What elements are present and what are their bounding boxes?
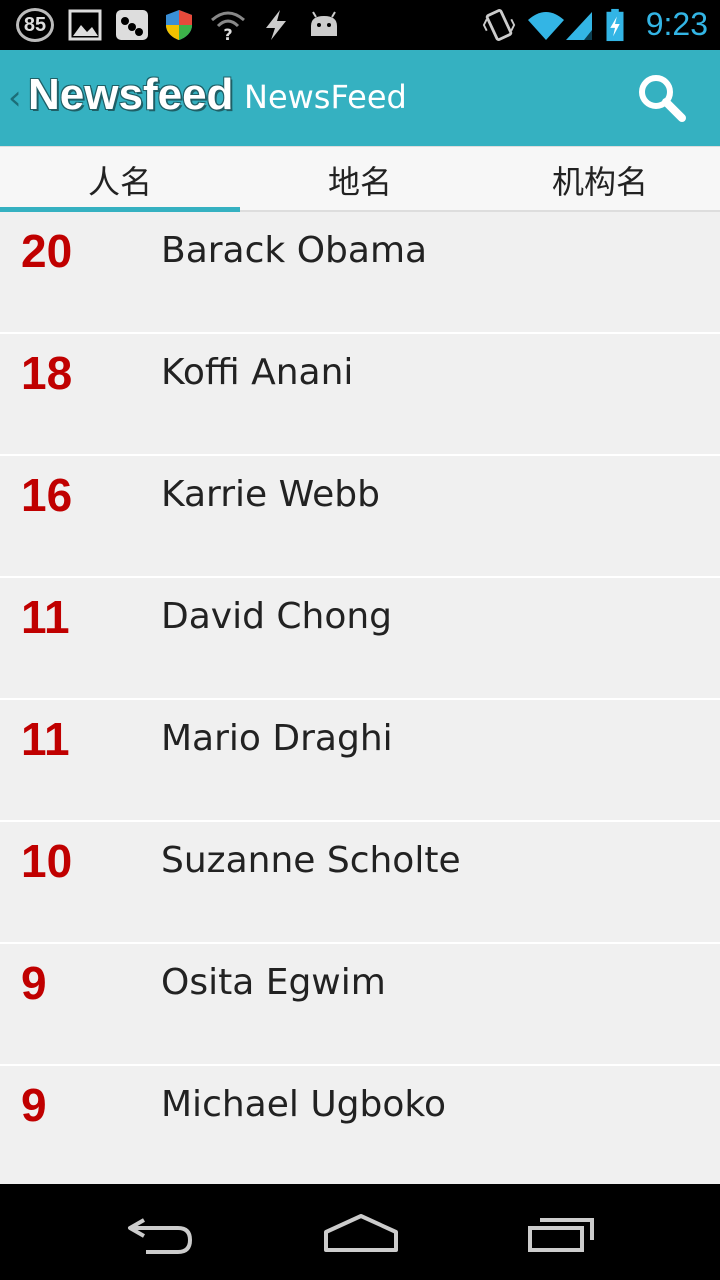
action-bar: ‹ Newsfeed NewsFeed (0, 50, 720, 146)
entity-list[interactable]: 20 Barack Obama 18 Koffi Anani 16 Karrie… (0, 212, 720, 1184)
list-item[interactable]: 11 David Chong (0, 578, 720, 700)
navigation-bar (0, 1184, 720, 1280)
recent-apps-icon[interactable] (516, 1204, 606, 1260)
entity-name: Karrie Webb (161, 474, 380, 515)
wifi-question-icon: ? (211, 11, 245, 42)
up-chevron-icon[interactable]: ‹ (8, 78, 22, 118)
entity-name: Osita Egwim (161, 962, 386, 1003)
mention-count: 11 (21, 591, 70, 643)
page-title: NewsFeed (244, 78, 407, 116)
back-icon[interactable] (116, 1204, 206, 1260)
list-item[interactable]: 20 Barack Obama (0, 212, 720, 334)
list-item[interactable]: 10 Suzanne Scholte (0, 822, 720, 944)
tab-bar: 人名 地名 机构名 (0, 146, 720, 212)
entity-name: Koffi Anani (161, 352, 354, 393)
entity-name: Suzanne Scholte (161, 840, 461, 881)
shield-icon (166, 10, 192, 40)
mention-count: 20 (21, 225, 73, 277)
list-item[interactable]: 9 Michael Ugboko (0, 1066, 720, 1184)
list-item[interactable]: 18 Koffi Anani (0, 334, 720, 456)
wifi-icon (528, 12, 564, 40)
entity-name: Barack Obama (161, 230, 428, 271)
clock: 9:23 (645, 6, 708, 42)
mention-count: 10 (21, 835, 73, 887)
vibrate-icon (482, 9, 516, 41)
svg-text:?: ? (223, 25, 232, 42)
tab-person-names[interactable]: 人名 (0, 147, 240, 213)
entity-name: Mario Draghi (161, 718, 393, 759)
mention-count: 9 (21, 957, 47, 1009)
mention-count: 9 (21, 1079, 47, 1131)
signal-icon (566, 12, 592, 40)
mention-count: 11 (21, 713, 70, 765)
app-logo[interactable]: Newsfeed (28, 70, 233, 120)
list-item[interactable]: 11 Mario Draghi (0, 700, 720, 822)
entity-name: Michael Ugboko (161, 1084, 446, 1125)
mention-count: 16 (21, 469, 73, 521)
search-icon[interactable] (630, 70, 694, 126)
peas-icon (116, 10, 148, 40)
tab-place-names[interactable]: 地名 (240, 147, 480, 213)
flash-icon (266, 10, 286, 40)
list-item[interactable]: 9 Osita Egwim (0, 944, 720, 1066)
gallery-icon (68, 9, 102, 41)
notification-count-badge: 85 (16, 8, 54, 42)
android-icon (311, 11, 337, 36)
mention-count: 18 (21, 347, 73, 399)
entity-name: David Chong (161, 596, 393, 637)
battery-charging-icon (606, 8, 624, 42)
home-icon[interactable] (316, 1204, 406, 1260)
status-bar: 85 ? 9:23 (0, 0, 720, 50)
list-item[interactable]: 16 Karrie Webb (0, 456, 720, 578)
tab-organization-names[interactable]: 机构名 (480, 147, 720, 213)
